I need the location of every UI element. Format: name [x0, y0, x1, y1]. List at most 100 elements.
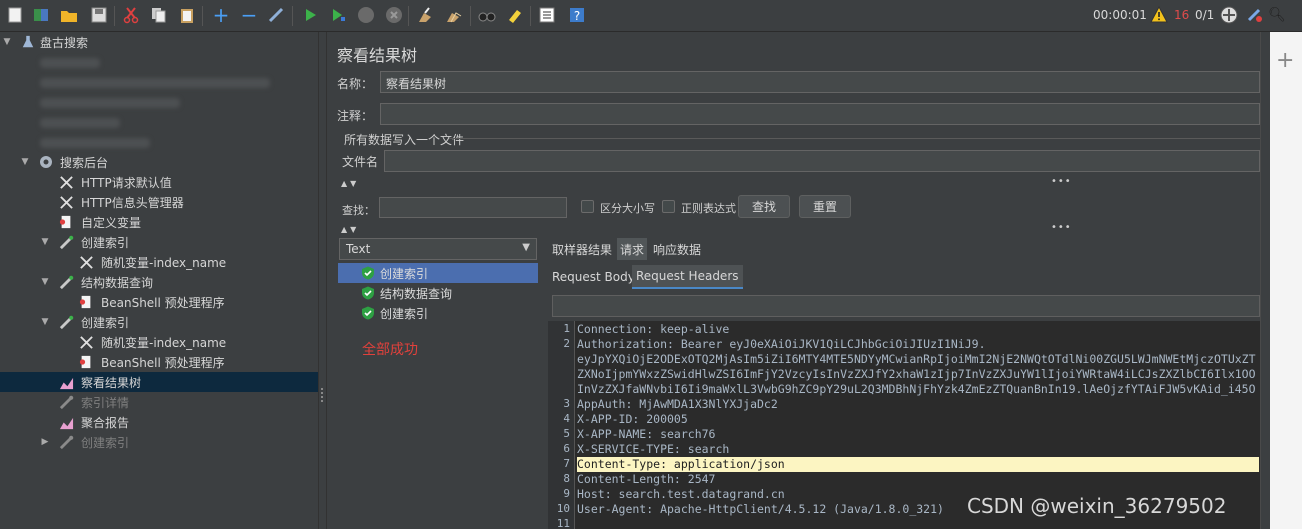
- clear-icon[interactable]: [414, 4, 436, 26]
- regex-label: 正则表达式: [681, 202, 736, 215]
- view-results-tree-panel: 察看结果树 名称： 察看结果树 注释： 所有数据写入一个文件 文件名 ▲▼ •••…: [328, 32, 1260, 529]
- tree-item-user-variables[interactable]: 自定义变量: [0, 212, 318, 232]
- shutdown-icon[interactable]: [383, 4, 405, 26]
- line-number-gutter: 1 2 3 4 5 6 7 8 9 10 11: [548, 321, 575, 529]
- main-toolbar: + − ? 00:00:01 16 0/1 🔍︎: [0, 0, 1302, 32]
- name-field[interactable]: 察看结果树: [380, 71, 1260, 93]
- tree-item-http-defaults[interactable]: HTTP请求默认值: [0, 172, 318, 192]
- watermark: CSDN @weixin_36279502: [967, 494, 1227, 518]
- code-line: Host: search.test.datagrand.cn: [577, 487, 785, 501]
- split-pane-divider[interactable]: [318, 32, 327, 529]
- comment-field[interactable]: [380, 103, 1260, 125]
- result-item[interactable]: 结构数据查询: [338, 283, 538, 303]
- test-plan-tree: ▼ 盘古搜索 ▼ 搜索后台 HTTP请求默认值 HTTP信息头管理器 自定义变量…: [0, 32, 318, 529]
- open-folder-icon[interactable]: [58, 4, 80, 26]
- paste-icon[interactable]: [176, 4, 198, 26]
- reset-search-icon[interactable]: [504, 4, 526, 26]
- find-button[interactable]: 查找: [738, 195, 790, 218]
- new-file-icon[interactable]: [4, 4, 26, 26]
- tree-item-random-variable-1[interactable]: 随机变量-index_name: [0, 252, 318, 272]
- error-count: 16: [1174, 8, 1190, 22]
- collapse-icon[interactable]: −: [238, 4, 260, 26]
- collapsed-arrow-icon[interactable]: ▶: [40, 437, 50, 447]
- expand-arrow-icon[interactable]: ▼: [2, 37, 12, 47]
- result-item[interactable]: 创建索引: [338, 263, 538, 283]
- code-line: InVzZXJfaWNvbiI6Ii9maWxlL3VwbG9hZC9pY29u…: [577, 382, 1256, 396]
- start-icon[interactable]: [299, 4, 321, 26]
- splitter-bar[interactable]: ▲▼ •••: [337, 222, 1260, 236]
- remote-icon[interactable]: [1218, 4, 1240, 26]
- success-shield-icon: [362, 266, 374, 280]
- tree-item-random-variable-2[interactable]: 随机变量-index_name: [0, 332, 318, 352]
- document-icon: [78, 354, 94, 370]
- expand-arrow-icon[interactable]: ▼: [40, 317, 50, 327]
- tab-request[interactable]: 请求: [617, 238, 648, 260]
- case-sensitive-checkbox[interactable]: [581, 200, 594, 213]
- wrench-icon: [78, 334, 94, 350]
- code-line: X-APP-NAME: search76: [577, 427, 716, 441]
- tree-item-beanshell-1[interactable]: BeanShell 预处理程序: [0, 292, 318, 312]
- success-shield-icon: [362, 286, 374, 300]
- function-helper-icon[interactable]: [536, 4, 558, 26]
- clear-all-icon[interactable]: [443, 4, 465, 26]
- log-viewer-icon[interactable]: [1244, 4, 1266, 26]
- tree-item-header-manager[interactable]: HTTP信息头管理器: [0, 192, 318, 212]
- tree-item-aggregate-report[interactable]: 聚合报告: [0, 412, 318, 432]
- side-panel: +: [1270, 32, 1302, 529]
- regex-checkbox[interactable]: [662, 200, 675, 213]
- subtab-request-headers[interactable]: Request Headers: [632, 265, 743, 289]
- elapsed-time: 00:00:01: [1093, 8, 1147, 22]
- filename-field[interactable]: [384, 150, 1260, 172]
- help-icon[interactable]: ?: [566, 4, 588, 26]
- save-icon[interactable]: [88, 4, 110, 26]
- gear-icon: [38, 154, 54, 170]
- tree-node-thread-group[interactable]: ▼ 搜索后台: [0, 152, 318, 172]
- stop-icon[interactable]: [355, 4, 377, 26]
- line-number: 8: [563, 472, 570, 485]
- add-icon[interactable]: +: [1276, 48, 1294, 73]
- subtab-request-body[interactable]: Request Body: [548, 265, 639, 289]
- line-number: 5: [563, 427, 570, 440]
- tree-item-view-results-tree[interactable]: 察看结果树: [0, 372, 318, 392]
- splitter-bar[interactable]: ▲▼ •••: [337, 176, 1260, 190]
- result-item[interactable]: 创建索引: [338, 303, 538, 323]
- renderer-select[interactable]: Text ▼: [339, 238, 537, 260]
- search-binoculars-icon[interactable]: [476, 4, 498, 26]
- code-line: User-Agent: Apache-HttpClient/4.5.12 (Ja…: [577, 502, 944, 516]
- tab-response-data[interactable]: 响应数据: [650, 238, 704, 260]
- tab-sampler-result[interactable]: 取样器结果: [549, 238, 615, 260]
- start-no-pause-icon[interactable]: [327, 4, 349, 26]
- expand-arrow-icon[interactable]: ▼: [20, 157, 30, 167]
- tree-item-create-index-2[interactable]: ▼ 创建索引: [0, 312, 318, 332]
- line-number: 7: [563, 457, 570, 470]
- wrench-icon: [78, 254, 94, 270]
- tree-item-create-index-disabled[interactable]: ▶ 创建索引: [0, 432, 318, 452]
- code-line: Content-Type: application/json: [577, 457, 1259, 472]
- copy-icon[interactable]: [148, 4, 170, 26]
- sampler-pipette-icon: [58, 234, 74, 250]
- expand-arrow-icon[interactable]: ▼: [40, 237, 50, 247]
- toggle-icon[interactable]: [265, 4, 287, 26]
- tree-item-index-detail-disabled[interactable]: 索引详情: [0, 392, 318, 412]
- vertical-scrollbar[interactable]: [1260, 32, 1270, 529]
- templates-icon[interactable]: [30, 4, 52, 26]
- reset-button[interactable]: 重置: [799, 195, 851, 218]
- sampler-pipette-icon: [58, 314, 74, 330]
- code-line: Content-Length: 2547: [577, 472, 716, 486]
- tree-item-create-index-1[interactable]: ▼ 创建索引: [0, 232, 318, 252]
- line-number: 6: [563, 442, 570, 455]
- test-plan-flask-icon: [20, 34, 36, 50]
- line-number: 9: [563, 487, 570, 500]
- cut-icon[interactable]: [120, 4, 142, 26]
- code-line: X-APP-ID: 200005: [577, 412, 688, 426]
- expand-icon[interactable]: +: [210, 4, 232, 26]
- active-threads: 0/1: [1195, 8, 1215, 22]
- tree-item-structured-query[interactable]: ▼ 结构数据查询: [0, 272, 318, 292]
- search-icon[interactable]: 🔍︎: [1266, 4, 1288, 26]
- tree-item-beanshell-2[interactable]: BeanShell 预处理程序: [0, 352, 318, 372]
- warning-icon[interactable]: [1148, 4, 1170, 26]
- tree-node-root[interactable]: ▼ 盘古搜索: [0, 32, 318, 52]
- search-input[interactable]: [379, 197, 567, 218]
- expand-arrow-icon[interactable]: ▼: [40, 277, 50, 287]
- headers-search-field[interactable]: [552, 295, 1260, 317]
